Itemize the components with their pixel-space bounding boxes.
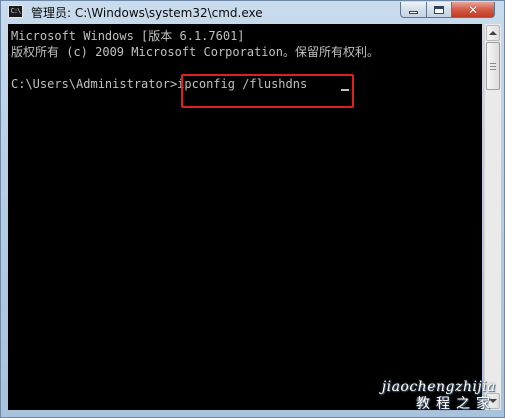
- grip-line: [490, 66, 496, 67]
- minimize-button[interactable]: [400, 2, 426, 18]
- maximize-button[interactable]: [426, 2, 452, 18]
- command-highlight-box: [181, 74, 354, 108]
- title-bar[interactable]: C:\ 管理员: C:\Windows\system32\cmd.exe ✕: [1, 1, 504, 23]
- site-watermark: jiaochengzhijia 教程之家: [382, 379, 496, 413]
- grip-line: [490, 69, 496, 70]
- scroll-thumb[interactable]: [486, 42, 500, 90]
- console-line-copyright: 版权所有 (c) 2009 Microsoft Corporation。保留所有…: [11, 45, 379, 59]
- close-button[interactable]: ✕: [452, 2, 495, 18]
- cmd-icon[interactable]: C:\: [8, 5, 23, 18]
- console-line-version: Microsoft Windows [版本 6.1.7601]: [11, 29, 245, 43]
- watermark-text-chinese: 教程之家: [416, 396, 496, 412]
- minimize-icon: [409, 11, 418, 14]
- vertical-scrollbar[interactable]: [484, 24, 501, 410]
- close-icon: ✕: [467, 2, 479, 17]
- arrow-up-icon: [489, 31, 497, 35]
- maximize-icon: [434, 5, 444, 14]
- scroll-up-button[interactable]: [486, 25, 500, 41]
- cmd-window: C:\ 管理员: C:\Windows\system32\cmd.exe ✕ M…: [0, 0, 505, 418]
- window-title: 管理员: C:\Windows\system32\cmd.exe: [31, 6, 263, 20]
- grip-line: [490, 63, 496, 64]
